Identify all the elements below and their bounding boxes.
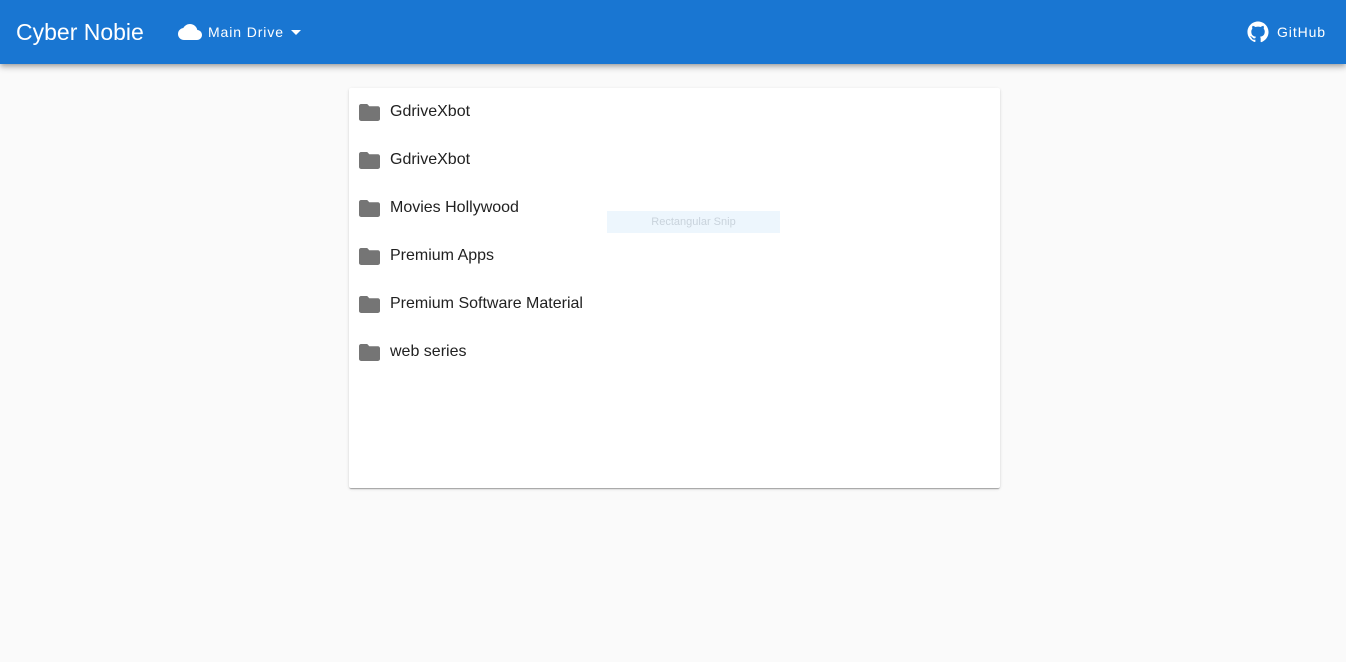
folder-icon	[359, 343, 380, 361]
app-title[interactable]: Cyber Nobie	[16, 18, 144, 46]
file-list-card: GdriveXbot GdriveXbot Movies Hollywood P…	[349, 88, 1000, 488]
drive-selector-button[interactable]: Main Drive	[170, 14, 316, 50]
folder-icon	[359, 151, 380, 169]
list-item[interactable]: GdriveXbot	[349, 136, 1000, 184]
github-label: GitHub	[1277, 24, 1326, 40]
file-name: GdriveXbot	[390, 151, 471, 168]
app-bar: Cyber Nobie Main Drive GitHub	[0, 0, 1346, 64]
github-icon	[1247, 21, 1269, 43]
file-name: Premium Software Material	[390, 295, 583, 312]
folder-icon	[359, 199, 380, 217]
folder-icon	[359, 103, 380, 121]
folder-icon	[359, 247, 380, 265]
list-item[interactable]: Premium Apps	[349, 232, 1000, 280]
file-name: Premium Apps	[390, 247, 495, 264]
file-name: Movies Hollywood	[390, 199, 519, 216]
drive-selector-label: Main Drive	[208, 24, 284, 40]
file-name: GdriveXbot	[390, 103, 471, 120]
github-button[interactable]: GitHub	[1247, 14, 1326, 50]
file-name: web series	[390, 343, 467, 360]
snip-tooltip: Rectangular Snip	[607, 211, 780, 233]
list-item[interactable]: GdriveXbot	[349, 88, 1000, 136]
folder-icon	[359, 295, 380, 313]
list-item[interactable]: web series	[349, 328, 1000, 376]
list-item[interactable]: Premium Software Material	[349, 280, 1000, 328]
cloud-icon	[178, 20, 202, 44]
caret-down-icon	[284, 20, 308, 44]
